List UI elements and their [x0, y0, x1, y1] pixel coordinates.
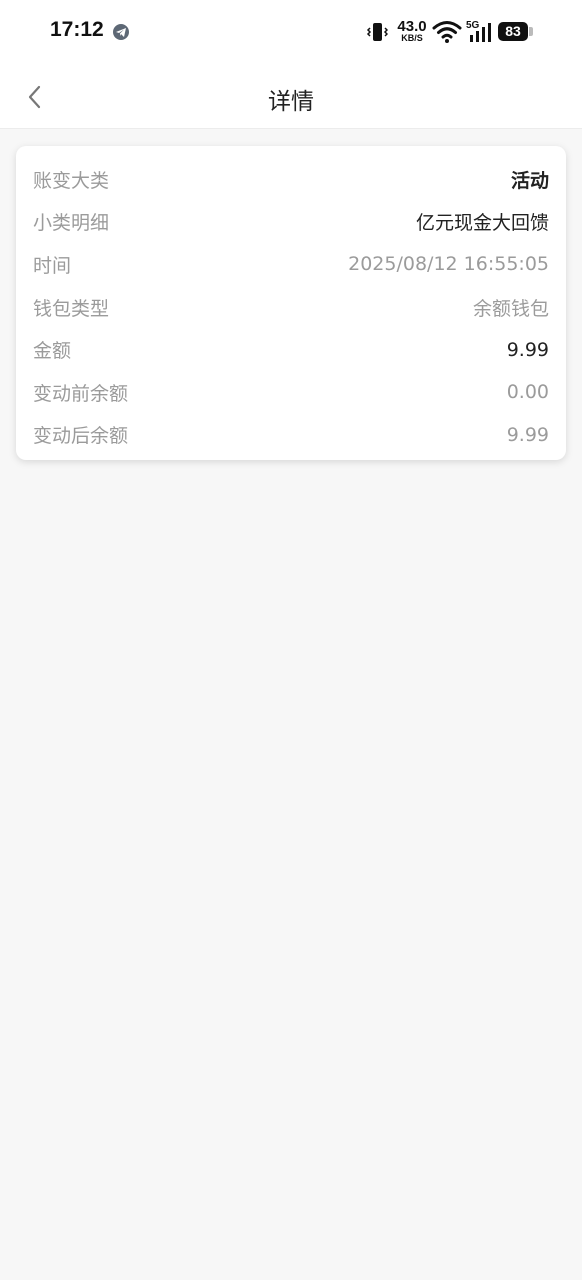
net-speed: 43.0 KB/S — [396, 18, 428, 43]
detail-row-category: 账变大类 活动 — [16, 158, 566, 201]
net-speed-value: 43.0 — [397, 18, 427, 35]
category-value: 活动 — [510, 169, 549, 192]
detail-row-wallet: 钱包类型 余额钱包 — [16, 286, 566, 329]
balance-after-value: 9.99 — [506, 423, 549, 446]
detail-row-time: 时间 2025/08/12 16:55:05 — [16, 243, 566, 286]
wifi-icon — [432, 20, 462, 48]
balance-before-value: 0.00 — [506, 381, 549, 404]
detail-card: 账变大类 活动 小类明细 亿元现金大回馈 时间 2025/08/12 16:55… — [16, 146, 566, 460]
category-label: 账变大类 — [33, 169, 110, 192]
vibrate-icon — [366, 21, 389, 47]
balance-before-label: 变动前余额 — [33, 382, 129, 405]
detail-row-balance-before: 变动前余额 0.00 — [16, 371, 566, 414]
signal-icon — [470, 23, 492, 47]
wallet-label: 钱包类型 — [33, 297, 110, 320]
telegram-icon — [113, 24, 129, 40]
battery-tip — [529, 27, 533, 36]
status-time: 17:12 — [50, 18, 104, 41]
detail-row-balance-after: 变动后余额 9.99 — [16, 414, 566, 457]
header: 详情 — [0, 64, 582, 129]
wallet-value: 余额钱包 — [472, 297, 549, 320]
time-label: 时间 — [33, 254, 72, 277]
subcategory-label: 小类明细 — [33, 212, 110, 235]
amount-value: 9.99 — [506, 338, 549, 361]
subcategory-value: 亿元现金大回馈 — [415, 212, 549, 235]
page-title: 详情 — [268, 89, 314, 115]
amount-label: 金额 — [33, 340, 72, 363]
detail-row-amount: 金额 9.99 — [16, 328, 566, 371]
time-value: 2025/08/12 16:55:05 — [348, 253, 549, 276]
detail-row-subcategory: 小类明细 亿元现金大回馈 — [16, 201, 566, 244]
balance-after-label: 变动后余额 — [33, 425, 129, 448]
status-bar: 17:12 43.0 KB/S 5G 83 — [0, 0, 582, 64]
battery-icon: 83 — [498, 22, 528, 41]
